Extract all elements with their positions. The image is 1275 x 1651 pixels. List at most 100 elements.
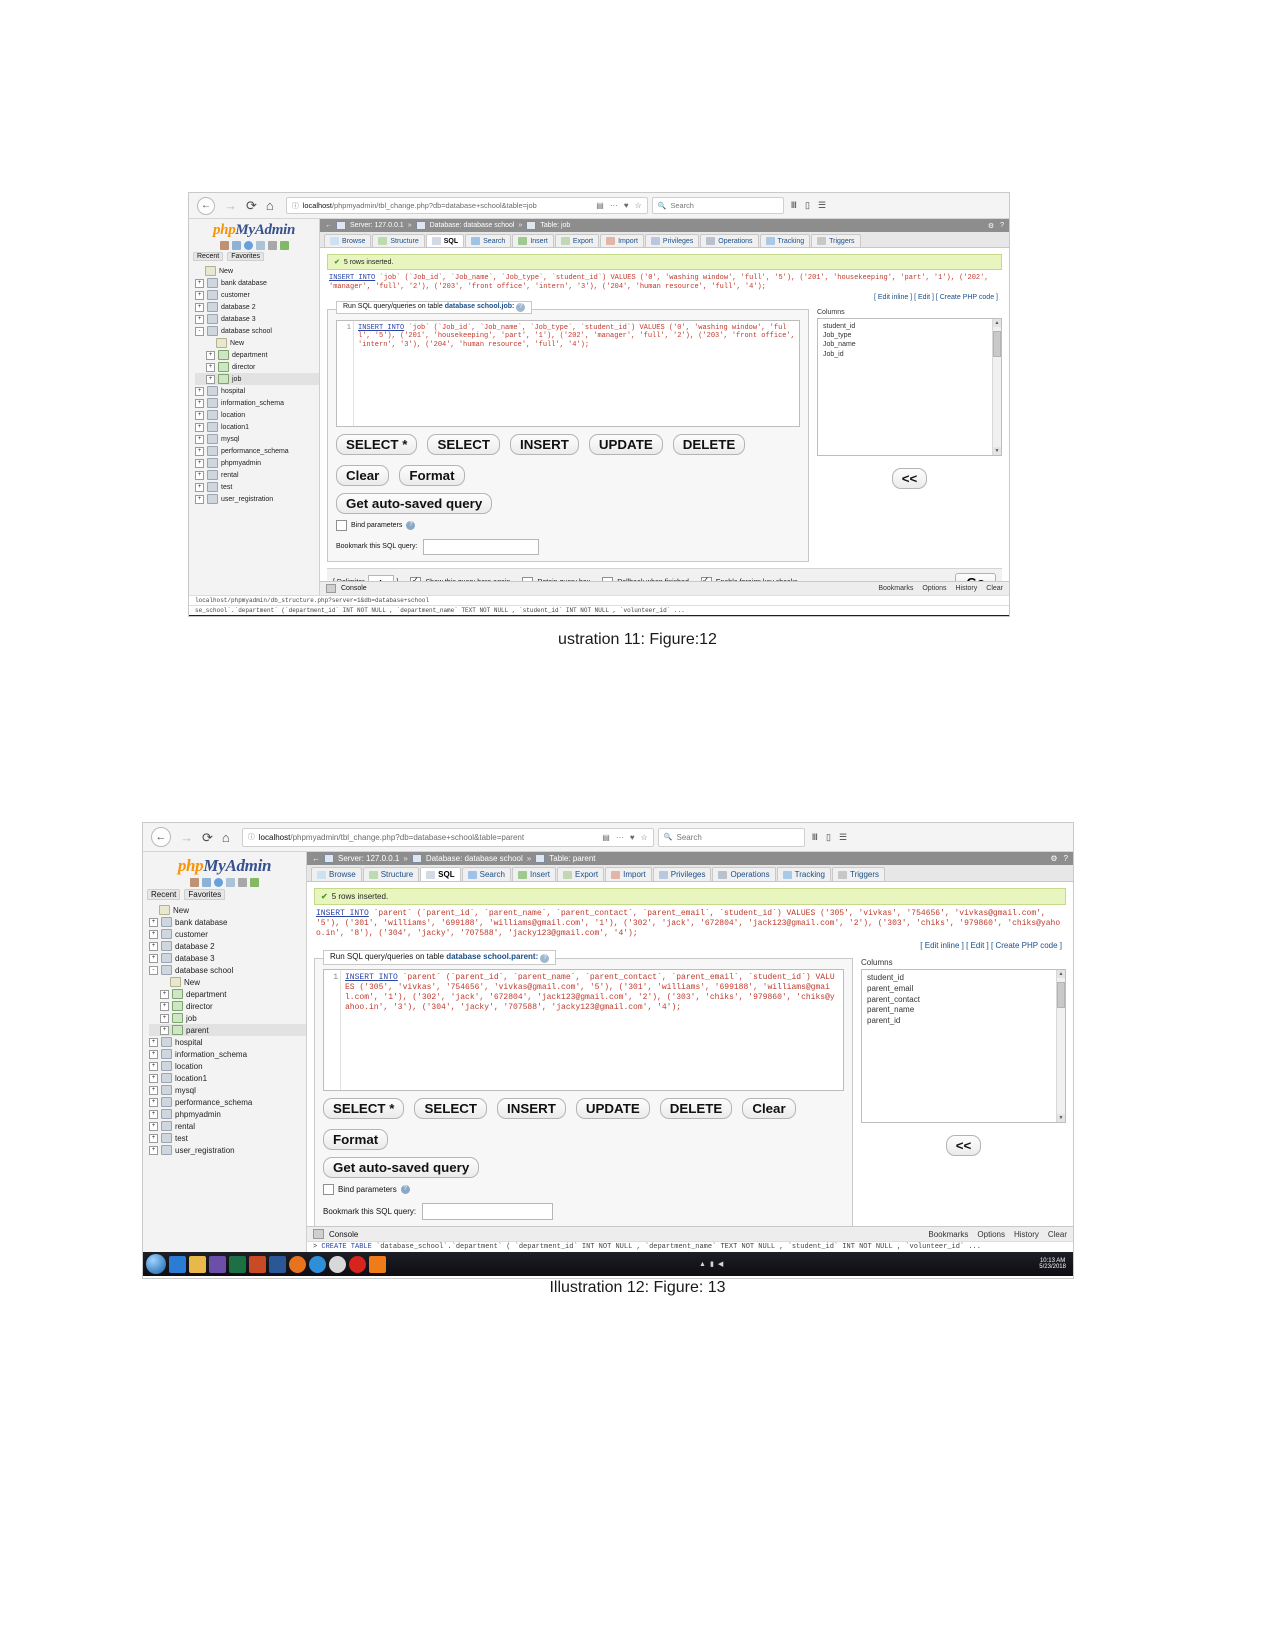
sql-window-icon[interactable] [202, 878, 211, 887]
tab-export[interactable]: Export [556, 867, 605, 881]
expand-toggle-icon[interactable]: + [195, 386, 204, 396]
get-auto-saved-query-button[interactable]: Get auto-saved query [323, 1157, 480, 1178]
columns-scrollbar[interactable]: ▲ ▼ [1056, 970, 1065, 1122]
db-tree-item[interactable]: + bank database [149, 916, 306, 928]
breadcrumb-server[interactable]: Server: 127.0.0.1 [350, 222, 404, 229]
reload-icon[interactable]: ⟳ [202, 831, 213, 844]
help-icon[interactable]: ? [540, 954, 550, 963]
forward-arrow-icon[interactable]: → [180, 831, 193, 844]
forward-arrow-icon[interactable]: → [224, 199, 237, 212]
db-tree-item[interactable]: + database 3 [195, 313, 319, 325]
settings-gear-icon[interactable]: ⚙ [988, 222, 994, 230]
expand-toggle-icon[interactable]: + [195, 278, 204, 288]
firefox-icon[interactable] [289, 1255, 306, 1273]
expand-toggle-icon[interactable]: + [160, 1025, 169, 1035]
tab-recent[interactable]: Recent [193, 252, 224, 261]
folder-icon[interactable] [189, 1255, 206, 1273]
sql-editor[interactable]: 1 INSERT INTO `job` (`Job_id`, `Job_name… [336, 319, 800, 427]
hamburger-menu-icon[interactable]: ☰ [839, 832, 847, 843]
delete-button[interactable]: DELETE [659, 1098, 733, 1119]
other-app-icon[interactable] [309, 1255, 326, 1273]
breadcrumb-collapse-icon[interactable]: ← [325, 222, 332, 229]
db-tree-item[interactable]: + database 2 [149, 940, 306, 952]
bookmark-input[interactable] [422, 1203, 554, 1220]
bookmark-star-icon[interactable]: ☆ [635, 201, 642, 210]
option-show-this-query-here-again[interactable]: Show this query here again [410, 575, 510, 581]
expand-toggle-icon[interactable]: + [149, 953, 158, 963]
db-tree-item[interactable]: + user_registration [195, 493, 319, 505]
get-auto-saved-query-button[interactable]: Get auto-saved query [336, 492, 493, 514]
option-enable-foreign-key-checks[interactable]: Enable foreign key checks [700, 575, 798, 581]
select-button[interactable]: SELECT [414, 1098, 488, 1119]
scrollbar-thumb[interactable] [993, 330, 1001, 357]
expand-toggle-icon[interactable]: + [195, 422, 204, 432]
refresh-icon[interactable] [250, 878, 259, 887]
db-tree-item[interactable]: + performance_schema [149, 1096, 306, 1108]
help-icon[interactable]: ? [400, 1185, 410, 1194]
breadcrumb-table[interactable]: Table: job [540, 222, 570, 229]
phpmyadmin-logo[interactable]: phpMyAdmin [189, 219, 319, 239]
wiki-icon[interactable] [226, 878, 235, 887]
tab-favorites[interactable]: Favorites [184, 889, 226, 900]
column-list-item[interactable]: parent_contact [867, 995, 1060, 1006]
back-arrow-icon[interactable]: ← [151, 827, 171, 847]
reload-icon[interactable]: ⟳ [246, 199, 257, 212]
option-retain-query-box[interactable]: Retain query box [522, 576, 590, 581]
ie-icon[interactable] [169, 1255, 186, 1273]
console-link-clear[interactable]: Clear [1048, 1230, 1067, 1239]
scroll-up-arrow-icon[interactable]: ▲ [993, 318, 1001, 327]
tab-sql[interactable]: SQL [425, 234, 465, 247]
clear-button[interactable]: Clear [742, 1098, 796, 1119]
library-icon[interactable]: Ⅲ [812, 832, 818, 843]
column-list-item[interactable]: parent_name [867, 1005, 1060, 1016]
bind-parameters-checkbox[interactable] [323, 1184, 334, 1195]
expand-toggle-icon[interactable]: + [149, 1097, 158, 1107]
db-tree-item[interactable]: New [149, 976, 306, 988]
expand-toggle-icon[interactable]: + [149, 1061, 158, 1071]
db-tree-item[interactable]: + bank database [195, 277, 319, 289]
db-tree-item[interactable]: + parent [149, 1024, 306, 1036]
tab-operations[interactable]: Operations [700, 234, 759, 247]
column-list-item[interactable]: parent_email [867, 984, 1060, 995]
columns-list[interactable]: student_id Job_type Job_name Job_id ▲ ▼ [817, 317, 1002, 456]
console-link-clear[interactable]: Clear [986, 585, 1003, 592]
tab-recent[interactable]: Recent [147, 889, 181, 900]
home-icon[interactable] [219, 241, 229, 250]
format-button[interactable]: Format [323, 1129, 389, 1150]
expand-toggle-icon[interactable]: + [195, 482, 204, 492]
media-player-icon[interactable] [209, 1255, 226, 1273]
expand-toggle-icon[interactable]: + [149, 1121, 158, 1131]
expand-toggle-icon[interactable]: + [149, 1073, 158, 1083]
expand-toggle-icon[interactable]: + [195, 494, 204, 504]
tab-export[interactable]: Export [554, 234, 600, 247]
go-button[interactable]: Go [955, 572, 996, 581]
home-icon[interactable]: ⌂ [222, 831, 230, 844]
sidebar-icon[interactable]: ▯ [805, 200, 810, 211]
expand-toggle-icon[interactable]: + [195, 470, 204, 480]
db-tree-item[interactable]: + database 2 [195, 301, 319, 313]
expand-toggle-icon[interactable]: + [149, 917, 158, 927]
expand-toggle-icon[interactable]: + [195, 314, 204, 324]
db-tree-item[interactable]: + performance_schema [195, 445, 319, 457]
db-tree-item[interactable]: + customer [195, 289, 319, 301]
bookmark-input[interactable] [423, 538, 540, 555]
db-tree-item[interactable]: + job [149, 1012, 306, 1024]
refresh-icon[interactable] [279, 241, 289, 250]
checkbox[interactable] [700, 575, 712, 581]
taskbar-clock-2[interactable]: 10:13 AM 5/23/2018 [1039, 1258, 1070, 1271]
collapse-columns-button[interactable]: << [891, 467, 928, 489]
docs-icon[interactable] [243, 241, 253, 250]
network-icon[interactable]: ▮ [710, 1260, 714, 1268]
powerpoint-icon[interactable] [249, 1255, 266, 1273]
console-link-options[interactable]: Options [922, 585, 946, 592]
select-button[interactable]: SELECT * [323, 1098, 405, 1119]
home-icon[interactable] [190, 878, 199, 887]
hamburger-menu-icon[interactable]: ☰ [818, 200, 826, 211]
expand-toggle-icon[interactable]: + [149, 929, 158, 939]
bookmark-star-icon[interactable]: ☆ [641, 833, 648, 842]
scrollbar-thumb[interactable] [1057, 982, 1065, 1008]
breadcrumb-collapse-icon[interactable]: ← [312, 854, 320, 863]
db-tree-item[interactable]: + test [149, 1132, 306, 1144]
db-tree-item[interactable]: + user_registration [149, 1144, 306, 1156]
db-tree-item[interactable]: + mysql [149, 1084, 306, 1096]
